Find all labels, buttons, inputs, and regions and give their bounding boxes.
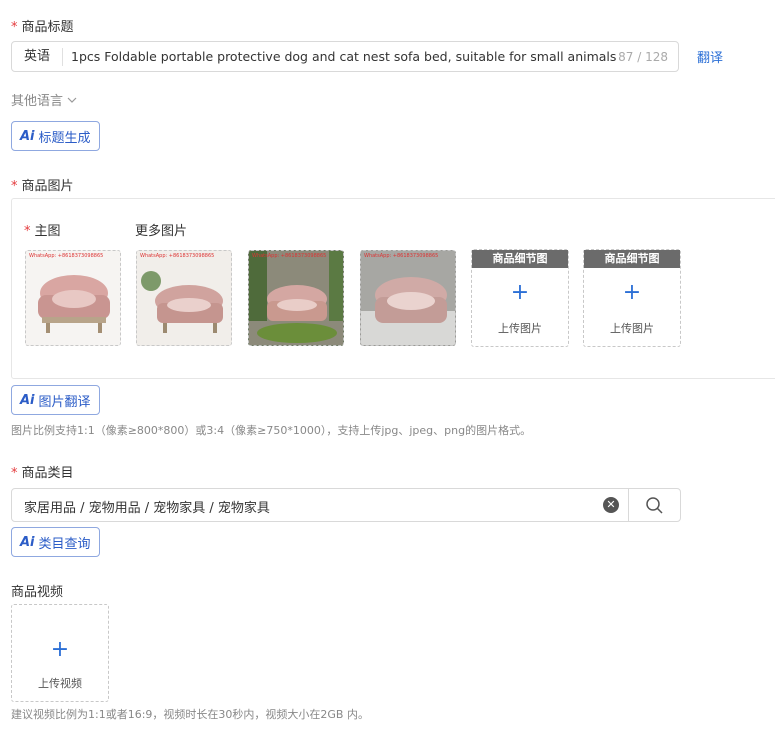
required-mark: * [11,466,18,481]
image-hint: 图片比例支持1:1（像素≥800*800）或3:4（像素≥750*1000），支… [11,424,532,437]
title-label: 商品标题 [21,20,74,35]
other-languages-label: 其他语言 [11,94,64,109]
clear-icon[interactable]: ✕ [603,497,619,513]
required-mark: * [11,179,18,194]
image-label: 商品图片 [21,179,74,194]
ai-icon: Ai [20,392,35,408]
language-tag[interactable]: 英语 [12,47,63,66]
category-query-label: 类目查询 [38,536,91,552]
sofa-bed-image [38,275,110,333]
upload-video-label: 上传视频 [38,677,82,690]
category-query-button[interactable]: Ai 类目查询 [11,527,100,557]
category-label: 商品类目 [21,466,74,481]
ai-icon: Ai [20,128,35,144]
title-generate-label: 标题生成 [38,130,91,146]
required-mark: * [11,20,18,35]
chevron-down-icon [67,97,77,103]
category-section-label: * 商品类目 [11,462,74,481]
watermark: WhatsApp: +8618373098865 [29,253,104,259]
video-label: 商品视频 [11,585,64,600]
translate-link[interactable]: 翻译 [697,47,723,66]
other-languages-toggle[interactable]: 其他语言 [11,90,78,109]
upload-label: 上传图片 [498,322,542,335]
upload-video-button[interactable]: + 上传视频 [11,604,109,702]
product-image-4[interactable]: WhatsApp: +8618373098865 [360,250,456,346]
plus-icon: + [622,280,642,305]
plus-icon: + [510,280,530,305]
main-image-label: * 主图 [24,220,61,239]
title-value[interactable]: 1pcs Foldable portable protective dog an… [63,49,618,64]
title-input[interactable]: 英语 1pcs Foldable portable protective dog… [11,41,679,72]
product-image-main[interactable]: WhatsApp: +8618373098865 [25,250,121,346]
detail-header: 商品细节图 [584,250,680,268]
sofa-bed-image [249,251,343,345]
watermark: WhatsApp: +8618373098865 [140,253,215,259]
product-image-2[interactable]: WhatsApp: +8618373098865 [136,250,232,346]
upload-detail-image-2[interactable]: 商品细节图 + 上传图片 [583,249,681,347]
sofa-bed-image [137,251,231,345]
title-section-label: * 商品标题 [11,16,74,35]
title-generate-button[interactable]: Ai 标题生成 [11,121,100,151]
main-label-text: 主图 [34,224,61,239]
required-mark: * [24,224,31,239]
upload-detail-image-1[interactable]: 商品细节图 + 上传图片 [471,249,569,347]
char-counter: 87 / 128 [618,49,668,64]
upload-label: 上传图片 [610,322,654,335]
video-hint: 建议视频比例为1:1或者16:9，视频时长在30秒内，视频大小在2GB 内。 [11,708,369,721]
image-translate-button[interactable]: Ai 图片翻译 [11,385,100,415]
sofa-bed-image [361,251,455,345]
category-input[interactable]: 家居用品 / 宠物用品 / 宠物家具 / 宠物家具 ✕ [11,488,681,522]
detail-header: 商品细节图 [472,250,568,268]
image-section-label: * 商品图片 [11,175,74,194]
image-translate-label: 图片翻译 [38,394,91,410]
product-image-3[interactable]: WhatsApp: +8618373098865 [248,250,344,346]
ai-icon: Ai [20,534,35,550]
search-icon [646,497,663,514]
watermark: WhatsApp: +8618373098865 [252,253,327,259]
category-value: 家居用品 / 宠物用品 / 宠物家具 / 宠物家具 [24,501,270,516]
plus-icon: + [50,637,70,662]
more-images-label: 更多图片 [135,224,188,239]
watermark: WhatsApp: +8618373098865 [364,253,439,259]
search-button[interactable] [628,489,681,521]
